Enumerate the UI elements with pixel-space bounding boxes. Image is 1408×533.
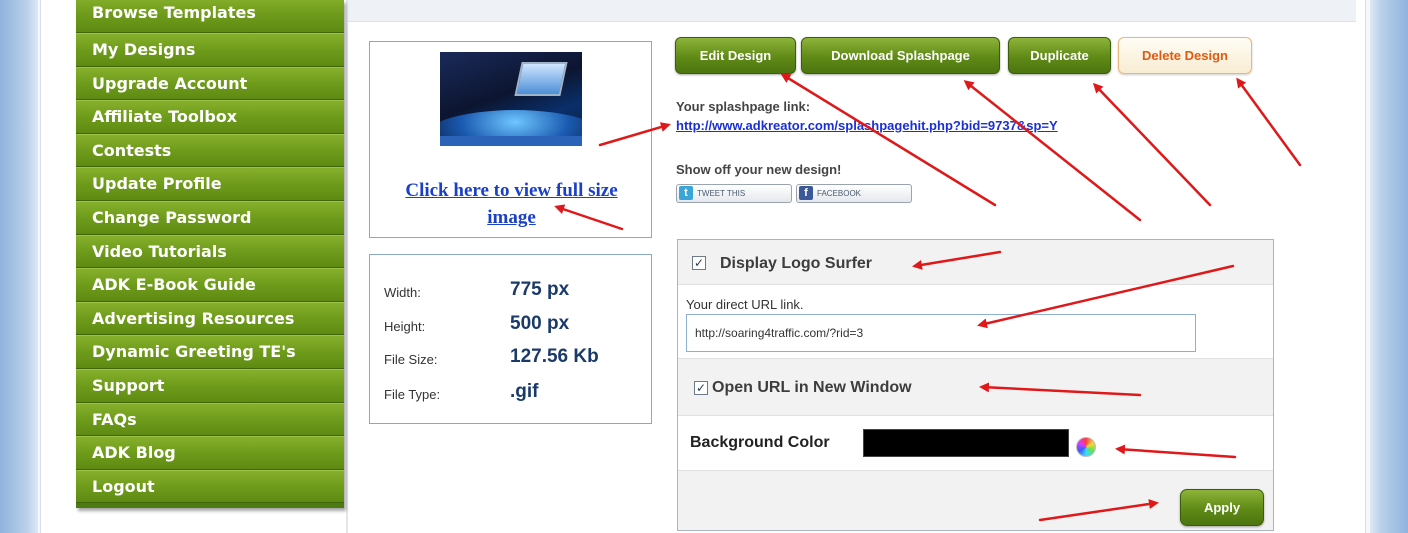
detail-row-filesize: File Size: 127.56 Kb [384, 344, 644, 374]
filesize-value: 127.56 Kb [510, 346, 599, 367]
sidebar-item-logout[interactable]: Logout [76, 469, 344, 504]
edit-design-button[interactable]: Edit Design [675, 37, 796, 74]
sidebar-item-change-password[interactable]: Change Password [76, 200, 344, 235]
sidebar-item-adk-blog[interactable]: ADK Blog [76, 436, 344, 470]
sidebar-item-upgrade-account[interactable]: Upgrade Account [76, 66, 344, 101]
new-window-label: Open URL in New Window [712, 379, 912, 396]
filetype-value: .gif [510, 381, 539, 402]
splashpage-link-label: Your splashpage link: [676, 99, 811, 114]
sidebar-item-dynamic-greeting[interactable]: Dynamic Greeting TE's [76, 335, 344, 369]
design-preview-box: Click here to view full size image [369, 41, 652, 238]
facebook-label: FACEBOOK [817, 189, 862, 198]
sidebar-item-support[interactable]: Support [76, 368, 344, 403]
sidebar-item-advertising-resources[interactable]: Advertising Resources [76, 301, 344, 336]
sidebar-item-affiliate-toolbox[interactable]: Affiliate Toolbox [76, 100, 344, 134]
sidebar-item-my-designs[interactable]: My Designs [76, 33, 344, 67]
filetype-label: File Type: [384, 387, 441, 402]
view-full-size-link[interactable]: Click here to view full size image [380, 177, 643, 231]
design-thumbnail[interactable] [440, 52, 582, 146]
height-value: 500 px [510, 313, 570, 334]
sidebar-item-faqs[interactable]: FAQs [76, 402, 344, 437]
background-color-row: Background Color [678, 416, 1273, 470]
filesize-label: File Size: [384, 352, 438, 367]
display-logo-label: Display Logo Surfer [720, 255, 873, 272]
detail-row-height: Height: 500 px [384, 311, 644, 341]
new-window-checkbox[interactable]: ✓ [694, 381, 708, 395]
background-color-label: Background Color [690, 434, 830, 451]
sidebar-item-update-profile[interactable]: Update Profile [76, 167, 344, 201]
share-label: Show off your new design! [676, 162, 842, 177]
detail-row-width: Width: 775 px [384, 277, 644, 307]
splash-settings-panel: ✓ Display Logo Surfer Your direct URL li… [677, 239, 1274, 531]
sidebar-item-contests[interactable]: Contests [76, 133, 344, 168]
splashpage-link[interactable]: http://www.adkreator.com/splashpagehit.p… [676, 118, 1058, 133]
direct-url-label: Your direct URL link. [686, 297, 804, 312]
background-color-swatch[interactable] [863, 429, 1069, 457]
checkbox-check-icon: ✓ [695, 381, 707, 395]
apply-button[interactable]: Apply [1180, 489, 1264, 526]
tweet-this-label: TWEET THIS [697, 189, 746, 198]
direct-url-input[interactable]: http://soaring4traffic.com/?rid=3 [686, 314, 1196, 352]
browser-background-right [1370, 0, 1408, 533]
delete-design-button[interactable]: Delete Design [1118, 37, 1252, 74]
thumbnail-banner-graphic [440, 136, 582, 146]
width-value: 775 px [510, 279, 570, 300]
height-label: Height: [384, 319, 426, 334]
apply-row: Apply [678, 470, 1273, 530]
image-details-box: Width: 775 px Height: 500 px File Size: … [369, 254, 652, 424]
browser-background-left [0, 0, 38, 533]
facebook-button[interactable]: f FACEBOOK [796, 184, 912, 203]
facebook-icon: f [799, 186, 813, 200]
direct-url-row: Your direct URL link. http://soaring4tra… [678, 285, 1273, 358]
width-label: Width: [384, 285, 421, 300]
detail-row-filetype: File Type: .gif [384, 379, 644, 409]
duplicate-button[interactable]: Duplicate [1008, 37, 1111, 74]
display-logo-row: ✓ Display Logo Surfer [678, 240, 1273, 285]
download-splashpage-button[interactable]: Download Splashpage [801, 37, 1000, 74]
content-header-strip [348, 0, 1356, 22]
sidebar-item-ebook-guide[interactable]: ADK E-Book Guide [76, 268, 344, 302]
new-window-row: ✓ Open URL in New Window [678, 358, 1273, 416]
column-divider [346, 0, 348, 533]
tweet-this-button[interactable]: t TWEET THIS [676, 184, 792, 203]
sidebar-item-video-tutorials[interactable]: Video Tutorials [76, 234, 344, 269]
color-picker-icon[interactable] [1076, 437, 1096, 457]
twitter-icon: t [679, 186, 693, 200]
sidebar-item-browse-templates[interactable]: Browse Templates [76, 0, 344, 33]
checkbox-check-icon: ✓ [693, 256, 705, 270]
sidebar-menu: Browse Templates My Designs Upgrade Acco… [76, 0, 344, 508]
thumbnail-laptop-graphic [514, 62, 568, 96]
thumbnail-caption-graphic [458, 58, 518, 76]
display-logo-checkbox[interactable]: ✓ [692, 256, 706, 270]
